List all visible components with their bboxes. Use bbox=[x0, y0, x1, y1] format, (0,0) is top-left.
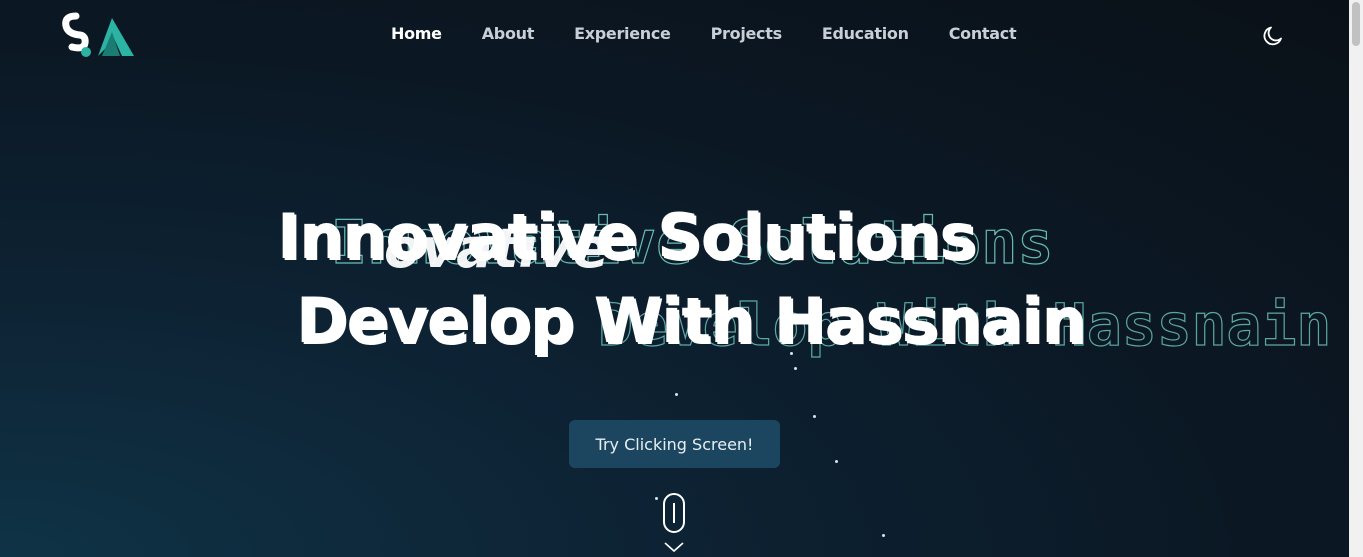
scrollbar-thumb[interactable] bbox=[1352, 2, 1360, 46]
page-scrollbar[interactable] bbox=[1349, 0, 1363, 557]
nav-links: Home About Experience Projects Education… bbox=[391, 24, 1056, 43]
nav-link-experience[interactable]: Experience bbox=[574, 24, 671, 43]
nav-link-about[interactable]: About bbox=[482, 24, 535, 43]
nav-link-education[interactable]: Education bbox=[822, 24, 909, 43]
moon-icon[interactable] bbox=[1261, 24, 1285, 48]
particle bbox=[675, 393, 678, 396]
nav-link-contact[interactable]: Contact bbox=[949, 24, 1017, 43]
scroll-mouse-icon[interactable] bbox=[663, 493, 685, 533]
particle bbox=[790, 352, 793, 355]
particle bbox=[655, 497, 658, 500]
particle bbox=[794, 367, 797, 370]
nav-link-home[interactable]: Home bbox=[391, 24, 442, 43]
nav-link-projects[interactable]: Projects bbox=[711, 24, 783, 43]
chevron-down-icon[interactable] bbox=[664, 540, 684, 554]
try-clicking-button[interactable]: Try Clicking Screen! bbox=[569, 420, 780, 468]
hero-title-line1: Innovative Solutions bbox=[277, 200, 976, 273]
hero-title-line2: Develop With Hassnain bbox=[296, 284, 1086, 357]
particle bbox=[813, 415, 816, 418]
particle bbox=[882, 534, 885, 537]
top-navbar: Home About Experience Projects Education… bbox=[0, 0, 1349, 70]
hero-title-overlay: ovative bbox=[384, 217, 609, 280]
logo[interactable] bbox=[62, 10, 136, 60]
particle bbox=[835, 460, 838, 463]
